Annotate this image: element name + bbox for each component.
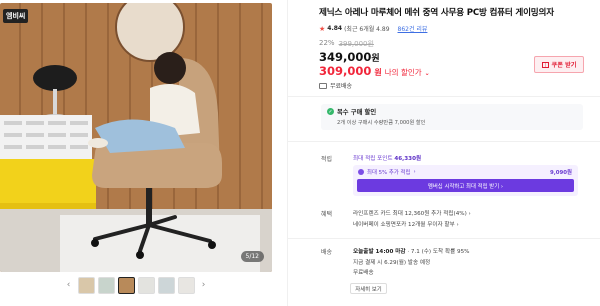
thumbnail[interactable] — [97, 276, 115, 294]
thumbnail-strip: ‹ › — [0, 275, 272, 295]
main-product-photo[interactable]: 엠비씨 5/12 — [0, 3, 272, 272]
multi-purchase-desc: 2개 이상 구매시 수량만큼 7,000원 할인 — [337, 120, 426, 126]
rating-recent: (최근 6개월 4.89 — [344, 26, 390, 33]
multi-purchase-discount: ✓ 복수 구매 할인 2개 이상 구매시 수량만큼 7,000원 할인 — [321, 104, 583, 130]
section-divider — [288, 141, 600, 142]
delivery-deadline: 오늘출발 14:00 마감 · 7.1 (수) 도착 확률 95% — [353, 247, 469, 258]
max-points-line: 최대 적립 포인트 46,330원 — [353, 154, 421, 162]
delivery-ship-date: 지금 결제 시 6.29(월) 발송 예정 — [353, 259, 431, 266]
delivery-label: 배송 — [321, 249, 333, 256]
chevron-down-icon: ⌄ — [424, 70, 430, 77]
thumb-next-arrow-icon[interactable]: › — [198, 276, 210, 294]
sale-price-label: 나의 할인가 — [384, 68, 422, 77]
product-gallery: 엠비씨 5/12 ‹ › — [0, 0, 272, 306]
discount-row: 22% 399,000원 — [319, 39, 374, 49]
check-icon: ✓ — [327, 108, 334, 115]
delivery-free: 무료배송 — [353, 270, 374, 276]
thumbnail[interactable] — [137, 276, 155, 294]
my-sale-price[interactable]: 309,000 원 나의 할인가 ⌄ — [319, 64, 430, 78]
sale-price-unit: 원 — [374, 68, 382, 77]
rating-row: ★ 4.84 (최근 6개월 4.89 862건 리뷰 — [319, 24, 428, 34]
discount-percent: 22% — [319, 39, 335, 47]
thumb-prev-arrow-icon[interactable]: ‹ — [63, 276, 75, 294]
membership-icon — [358, 169, 364, 175]
delivery-info: 오늘출발 14:00 마감 · 7.1 (수) 도착 확률 95% 지금 결제 … — [353, 247, 469, 279]
column-divider — [287, 0, 288, 306]
price-unit: 원 — [371, 54, 380, 64]
delivery-deadline-bold: 오늘출발 14:00 마감 — [353, 249, 406, 255]
rating-score: 4.84 — [327, 25, 343, 32]
coupon-button-label: 쿠폰 받기 — [551, 62, 577, 69]
chevron-right-icon: › — [413, 169, 416, 175]
shipping-text: 무료배송 — [330, 83, 353, 90]
star-icon: ★ — [319, 24, 326, 33]
membership-start-button[interactable]: 멤버십 시작하고 최대 적립 받기 › — [357, 179, 574, 192]
original-price: 399,000원 — [338, 40, 374, 48]
thumbnail-active[interactable] — [117, 276, 135, 294]
review-count-link[interactable]: 862건 리뷰 — [398, 24, 428, 33]
product-title: 제닉스 아레나 마루체어 메쉬 중역 사무용 PC방 컴퓨터 게이밍의자 — [319, 8, 554, 18]
extra-points-amount: 9,090원 — [549, 170, 572, 176]
membership-points-box: 최대 5% 추가 적립 › 9,090원 멤버십 시작하고 최대 적립 받기 › — [353, 165, 578, 196]
shipping-info: 무료배송 — [319, 81, 352, 90]
sale-price-value: 309,000 — [319, 64, 372, 78]
coupon-button[interactable]: 쿠폰 받기 — [534, 56, 584, 73]
installment-benefit-link[interactable]: 네이버페이 쇼핑면포카 12개월 무이자 할부 › — [353, 220, 471, 231]
max-points-value: 46,330원 — [394, 156, 422, 162]
price: 349,000원 — [319, 50, 380, 64]
coupon-icon — [541, 61, 549, 68]
delivery-detail-button[interactable]: 자세히 보기 — [350, 283, 387, 294]
max-points-text: 최대 적립 포인트 — [353, 156, 393, 162]
price-value: 349,000 — [319, 50, 372, 64]
extra-points-label: 최대 5% 추가 적립 — [367, 170, 411, 176]
delivery-arrival: · 7.1 (수) 도착 확률 95% — [405, 249, 470, 255]
brand-badge: 엠비씨 — [3, 9, 29, 23]
product-photo-illustration — [0, 3, 272, 272]
thumbnail[interactable] — [77, 276, 95, 294]
section-divider — [288, 96, 600, 97]
benefits-list: 라인프렌즈 카드 최대 12,360원 추가 적립(4%) › 네이버페이 쇼핑… — [353, 209, 471, 231]
image-page-counter: 5/12 — [240, 251, 264, 262]
points-label: 적립 — [321, 156, 333, 163]
section-divider — [288, 238, 600, 239]
benefits-label: 혜택 — [321, 211, 333, 218]
truck-icon — [319, 82, 327, 89]
thumbnail[interactable] — [177, 276, 195, 294]
thumbnail[interactable] — [157, 276, 175, 294]
card-benefit-link[interactable]: 라인프렌즈 카드 최대 12,360원 추가 적립(4%) › — [353, 209, 471, 220]
multi-purchase-title: 복수 구매 할인 — [337, 109, 377, 116]
